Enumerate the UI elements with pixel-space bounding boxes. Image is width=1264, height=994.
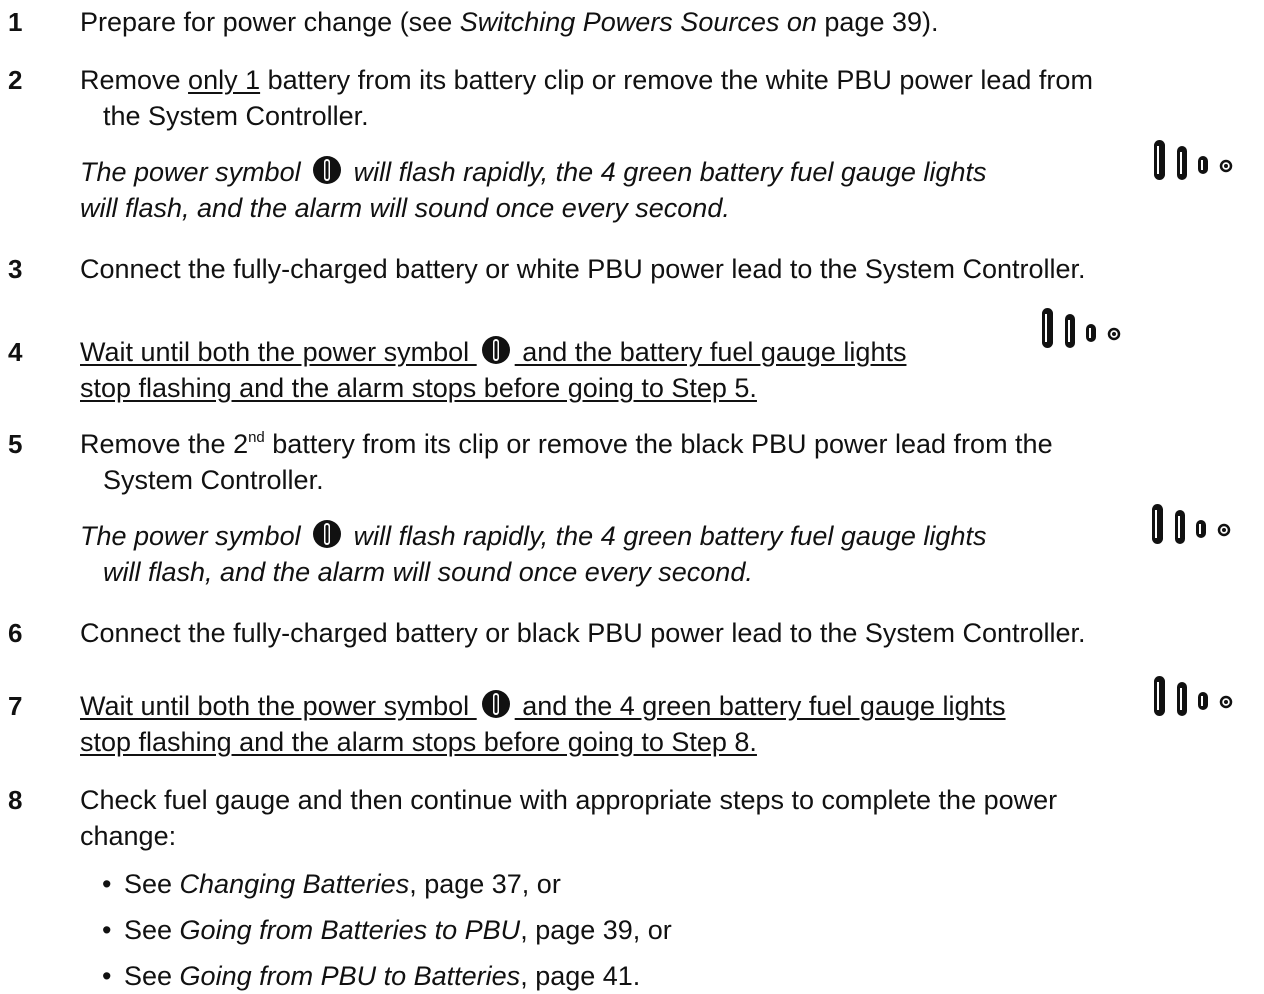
document-page: { "steps": [ { "number": "1", "parts": [… xyxy=(0,0,1264,994)
battery-fuel-gauge-icon xyxy=(1154,140,1233,180)
cross-reference: Switching Powers Sources on xyxy=(459,7,817,37)
step-number: 6 xyxy=(8,618,23,648)
step-text: Prepare for power change (see Switching … xyxy=(80,7,939,37)
step-number: 8 xyxy=(8,785,23,815)
step-number: 2 xyxy=(8,65,23,95)
step-number: 7 xyxy=(8,691,23,721)
step-text: Wait until both the power symbol and the… xyxy=(80,336,907,367)
step-note-continued: will flash, and the alarm will sound onc… xyxy=(103,557,753,587)
list-item: • See Going from PBU to Batteries, page 4… xyxy=(102,958,640,994)
battery-fuel-gauge-icon xyxy=(1154,676,1233,716)
step-number: 5 xyxy=(8,429,23,459)
bullet-icon: • xyxy=(102,915,112,945)
power-icon xyxy=(313,520,342,548)
step-text: Remove only 1 battery from its battery c… xyxy=(80,65,1093,95)
power-icon xyxy=(313,156,342,184)
power-icon xyxy=(481,336,510,364)
step-text: Check fuel gauge and then continue with … xyxy=(80,785,1058,815)
step-note: The power symbol will flash rapidly, the… xyxy=(80,520,987,551)
step-text-continued: stop flashing and the alarm stops before… xyxy=(80,373,757,403)
step-text-continued: System Controller. xyxy=(103,465,324,495)
step-text-continued: change: xyxy=(80,821,177,851)
step-note-continued: will flash, and the alarm will sound onc… xyxy=(80,193,730,223)
battery-fuel-gauge-icon xyxy=(1152,504,1231,544)
step-note: The power symbol will flash rapidly, the… xyxy=(80,156,987,187)
battery-fuel-gauge-icon xyxy=(1042,308,1121,348)
step-number: 3 xyxy=(8,254,23,284)
step-text-continued: the System Controller. xyxy=(103,101,369,131)
step-text-continued: stop flashing and the alarm stops before… xyxy=(80,727,757,757)
step-number: 4 xyxy=(8,337,23,367)
step-text: Wait until both the power symbol and the… xyxy=(80,690,1006,721)
cross-reference: Going from PBU to Batteries xyxy=(179,961,521,991)
step-text: Connect the fully-charged battery or bla… xyxy=(80,618,1086,648)
step-text: Connect the fully-charged battery or whi… xyxy=(80,254,1086,284)
step-text: Remove the 2nd battery from its clip or … xyxy=(80,429,1053,459)
list-item: • See Going from Batteries to PBU, page 3… xyxy=(102,912,672,948)
bullet-icon: • xyxy=(102,869,112,899)
step-number: 1 xyxy=(8,7,23,37)
power-icon xyxy=(481,690,510,718)
bullet-icon: • xyxy=(102,961,112,991)
cross-reference: Going from Batteries to PBU xyxy=(179,915,521,945)
cross-reference: Changing Batteries xyxy=(179,869,410,899)
list-item: • See Changing Batteries, page 37, or xyxy=(102,866,561,902)
